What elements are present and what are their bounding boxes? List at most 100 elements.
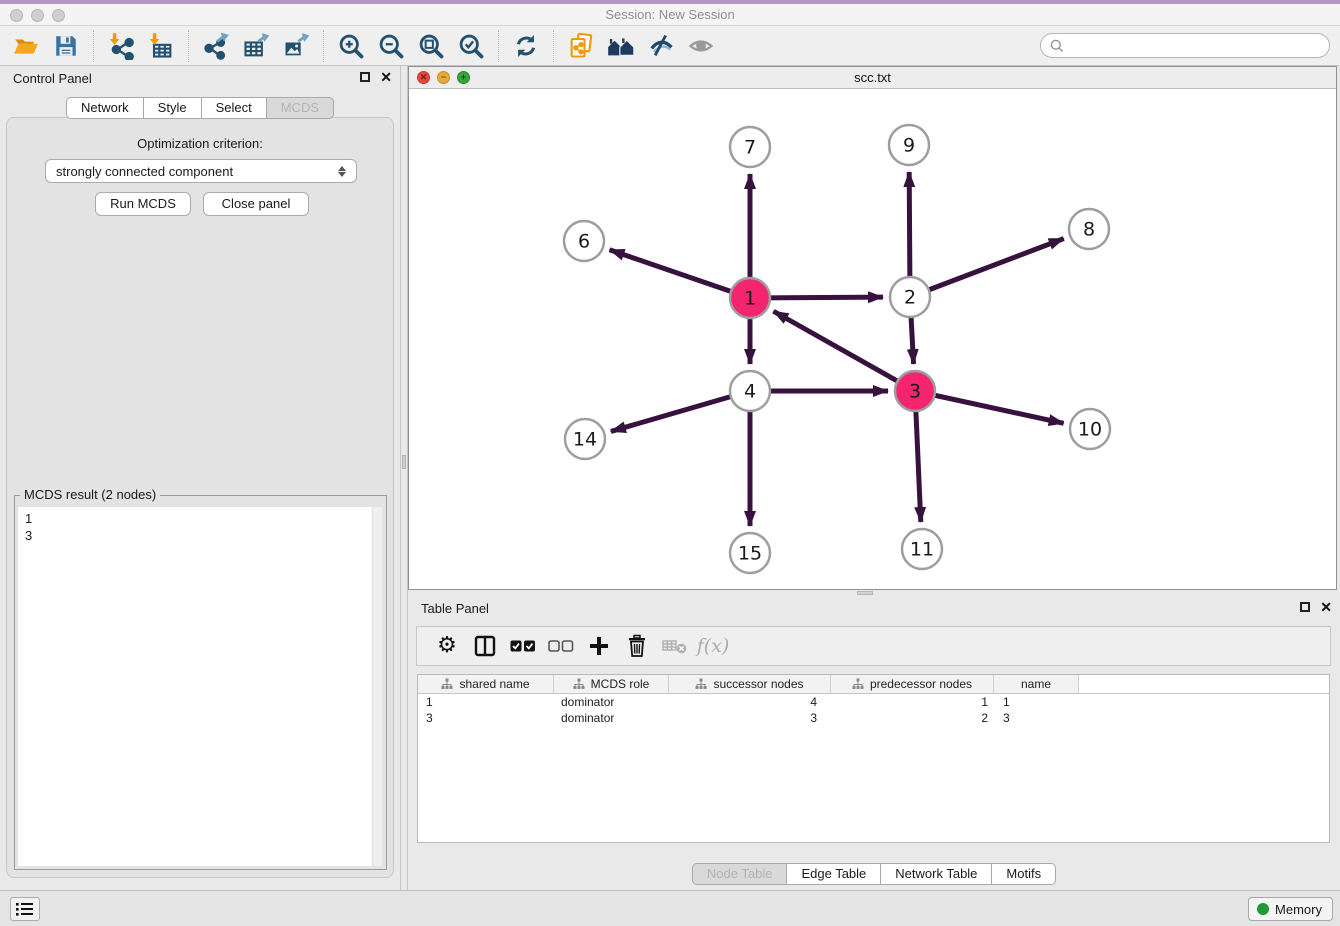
- close-panel-icon[interactable]: ✕: [1320, 601, 1332, 613]
- memory-button[interactable]: Memory: [1248, 897, 1333, 921]
- zoom-selected-icon[interactable]: [451, 29, 491, 63]
- cell-shared-name[interactable]: 3: [418, 710, 554, 726]
- search-input[interactable]: [1065, 37, 1321, 54]
- import-network-icon[interactable]: [101, 29, 141, 63]
- cell-name[interactable]: 3: [994, 710, 1079, 726]
- hide-graphics-details-icon[interactable]: [641, 29, 681, 63]
- column-header-successor-nodes[interactable]: successor nodes: [669, 675, 831, 693]
- float-panel-icon[interactable]: [1300, 602, 1310, 612]
- graph-node-7[interactable]: 7: [730, 127, 770, 167]
- zoom-out-icon[interactable]: [371, 29, 411, 63]
- equation-builder-icon[interactable]: f(x): [697, 630, 729, 662]
- graph-node-10[interactable]: 10: [1070, 409, 1110, 449]
- svg-text:4: 4: [744, 381, 756, 403]
- graph-node-9[interactable]: 9: [889, 125, 929, 165]
- graph-node-6[interactable]: 6: [564, 221, 604, 261]
- cell-successor-nodes[interactable]: 4: [669, 694, 831, 710]
- cell-successor-nodes[interactable]: 3: [669, 710, 831, 726]
- cell-name[interactable]: 1: [994, 694, 1079, 710]
- cell-predecessor-nodes[interactable]: 2: [831, 710, 994, 726]
- network-overview-icon[interactable]: [601, 29, 641, 63]
- vertical-splitter[interactable]: [400, 66, 408, 890]
- export-table-icon[interactable]: [236, 29, 276, 63]
- delete-columns-trash-icon[interactable]: [621, 630, 653, 662]
- graph-node-2[interactable]: 2: [890, 277, 930, 317]
- refresh-view-icon[interactable]: [506, 29, 546, 63]
- zoom-in-icon[interactable]: [331, 29, 371, 63]
- zoom-fit-icon[interactable]: [411, 29, 451, 63]
- graph-edge-1-6[interactable]: [610, 250, 750, 298]
- column-header-shared-name[interactable]: shared name: [418, 675, 554, 693]
- tab-edge-table[interactable]: Edge Table: [786, 863, 881, 885]
- result-scrollbar[interactable]: [372, 507, 382, 866]
- network-window-titlebar[interactable]: ✕ − + scc.txt: [409, 67, 1336, 89]
- tab-network-table[interactable]: Network Table: [880, 863, 992, 885]
- hierarchy-icon: [695, 678, 707, 690]
- show-graphics-details-icon[interactable]: [681, 29, 721, 63]
- select-all-rows-icon[interactable]: [507, 630, 539, 662]
- search-box[interactable]: [1040, 33, 1330, 58]
- application-window: Session: New Session: [0, 0, 1340, 926]
- splitter-grip[interactable]: [857, 591, 873, 595]
- toolbar-separator: [93, 30, 94, 62]
- cell-shared-name[interactable]: 1: [418, 694, 554, 710]
- column-header-mcds-role[interactable]: MCDS role: [554, 675, 669, 693]
- graph-edge-4-14[interactable]: [611, 391, 750, 431]
- toolbar-separator: [498, 30, 499, 62]
- control-panel-title: Control Panel: [13, 71, 92, 86]
- mcds-result-line: 1: [25, 510, 382, 527]
- tab-network[interactable]: Network: [66, 97, 144, 119]
- cell-mcds-role[interactable]: dominator: [554, 710, 669, 726]
- column-settings-gear-icon[interactable]: ⚙: [431, 630, 463, 662]
- mac-titlebar: Session: New Session: [0, 0, 1340, 26]
- optimization-criterion-select[interactable]: strongly connected component: [45, 159, 357, 183]
- graph-edge-2-8[interactable]: [910, 239, 1064, 297]
- tab-mcds[interactable]: MCDS: [266, 97, 334, 119]
- clone-network-icon[interactable]: [561, 29, 601, 63]
- delete-table-icon[interactable]: [659, 630, 691, 662]
- graph-node-4[interactable]: 4: [730, 371, 770, 411]
- svg-text:14: 14: [573, 429, 597, 451]
- graph-node-14[interactable]: 14: [565, 419, 605, 459]
- splitter-grip[interactable]: [402, 455, 406, 469]
- graph-node-3[interactable]: 3: [895, 371, 935, 411]
- tab-node-table[interactable]: Node Table: [692, 863, 788, 885]
- task-history-button[interactable]: [10, 897, 40, 921]
- toolbar-separator: [188, 30, 189, 62]
- tab-style[interactable]: Style: [143, 97, 202, 119]
- svg-text:9: 9: [903, 135, 915, 157]
- close-panel-icon[interactable]: ✕: [380, 71, 392, 83]
- mcds-result-group: MCDS result (2 nodes) 1 3: [14, 495, 387, 870]
- cell-predecessor-nodes[interactable]: 1: [831, 694, 994, 710]
- table-row[interactable]: 3 dominator 3 2 3: [418, 710, 1329, 726]
- tab-select[interactable]: Select: [201, 97, 267, 119]
- close-panel-button[interactable]: Close panel: [203, 192, 309, 216]
- graph-node-8[interactable]: 8: [1069, 209, 1109, 249]
- split-panel-layout-icon[interactable]: [469, 630, 501, 662]
- run-mcds-button[interactable]: Run MCDS: [95, 192, 191, 216]
- column-header-predecessor-nodes[interactable]: predecessor nodes: [831, 675, 994, 693]
- table-panel-title: Table Panel: [421, 601, 489, 616]
- deselect-all-rows-icon[interactable]: [545, 630, 577, 662]
- graph-node-1[interactable]: 1: [730, 278, 770, 318]
- graph-edge-3-10[interactable]: [915, 391, 1064, 423]
- tab-motifs[interactable]: Motifs: [991, 863, 1056, 885]
- svg-text:15: 15: [738, 543, 762, 565]
- search-icon: [1049, 38, 1065, 54]
- open-session-icon[interactable]: [6, 29, 46, 63]
- export-image-icon[interactable]: [276, 29, 316, 63]
- create-new-column-icon[interactable]: [583, 630, 615, 662]
- network-view-window: ✕ − + scc.txt 7 9 6 8 1 2 4 3 14 10 15 11: [408, 66, 1337, 590]
- float-panel-icon[interactable]: [360, 72, 370, 82]
- column-header-name[interactable]: name: [994, 675, 1079, 693]
- network-graph[interactable]: 7 9 6 8 1 2 4 3 14 10 15 11: [409, 89, 1336, 589]
- table-row[interactable]: 1 dominator 4 1 1: [418, 694, 1329, 710]
- import-table-icon[interactable]: [141, 29, 181, 63]
- graph-edge-3-1[interactable]: [774, 311, 915, 391]
- mcds-result-textarea[interactable]: 1 3: [18, 507, 382, 866]
- cell-mcds-role[interactable]: dominator: [554, 694, 669, 710]
- graph-node-15[interactable]: 15: [730, 533, 770, 573]
- graph-node-11[interactable]: 11: [902, 529, 942, 569]
- save-session-icon[interactable]: [46, 29, 86, 63]
- export-network-icon[interactable]: [196, 29, 236, 63]
